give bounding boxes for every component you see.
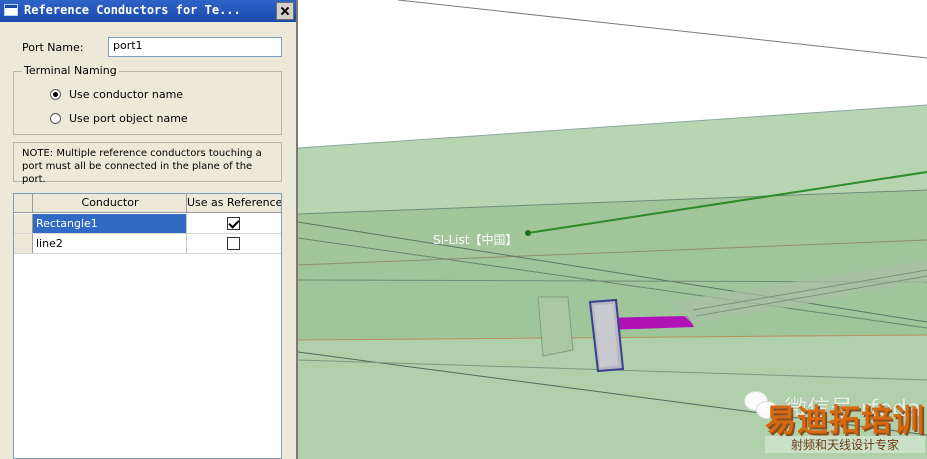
3d-model-viewport[interactable]: SI-List【中国】 微信号 rfeda 易迪拓培训 射频和天线设计专家 [298, 0, 927, 459]
use-port-object-name-label: Use port object name [69, 111, 188, 125]
use-conductor-name-label: Use conductor name [69, 87, 184, 101]
use-as-reference-column-header[interactable]: Use as Reference [186, 194, 281, 212]
table-header: Conductor Use as Reference [14, 194, 281, 213]
axis-origin-marker [525, 230, 531, 236]
table-corner [14, 194, 33, 212]
row-header[interactable] [14, 214, 33, 233]
use-as-reference-cell [186, 214, 281, 233]
table-row[interactable]: line2 [14, 234, 281, 254]
terminal-naming-group: Terminal Naming Use conductor name Use p… [13, 64, 282, 135]
brand-name: 易迪拓培训 [765, 403, 925, 439]
dialog-title-bar: Reference Conductors for Te... [0, 0, 296, 22]
radio-button-checked[interactable] [50, 88, 61, 100]
use-conductor-name-radio[interactable]: Use conductor name [50, 86, 183, 102]
connector-block [537, 296, 574, 357]
conductor-column-header[interactable]: Conductor [34, 196, 186, 209]
reference-note: NOTE: Multiple reference conductors touc… [13, 142, 282, 185]
window-icon [4, 4, 18, 16]
use-port-object-name-radio[interactable]: Use port object name [50, 110, 188, 126]
table-row[interactable]: Rectangle1 [14, 214, 281, 234]
radio-button[interactable] [50, 112, 61, 124]
terminal-naming-label: Terminal Naming [22, 64, 119, 77]
conductor-name-cell[interactable]: line2 [36, 237, 63, 250]
brand-logo: 易迪拓培训 射频和天线设计专家 [765, 405, 925, 453]
use-as-reference-cell [186, 234, 281, 253]
use-as-reference-checkbox[interactable] [227, 237, 240, 250]
conductor-table: Conductor Use as Reference Rectangle1 li… [13, 193, 282, 459]
port-name-label: Port Name: [22, 41, 84, 54]
close-button[interactable] [276, 2, 294, 20]
port-name-input[interactable]: port1 [108, 37, 282, 57]
row-header[interactable] [14, 234, 33, 253]
si-list-label: SI-List【中国】 [433, 232, 517, 247]
conductor-name-cell[interactable]: Rectangle1 [36, 217, 98, 230]
use-as-reference-checkbox[interactable] [227, 217, 240, 230]
reference-conductors-dialog: Reference Conductors for Te... Port Name… [0, 0, 298, 459]
dialog-title: Reference Conductors for Te... [24, 3, 241, 17]
